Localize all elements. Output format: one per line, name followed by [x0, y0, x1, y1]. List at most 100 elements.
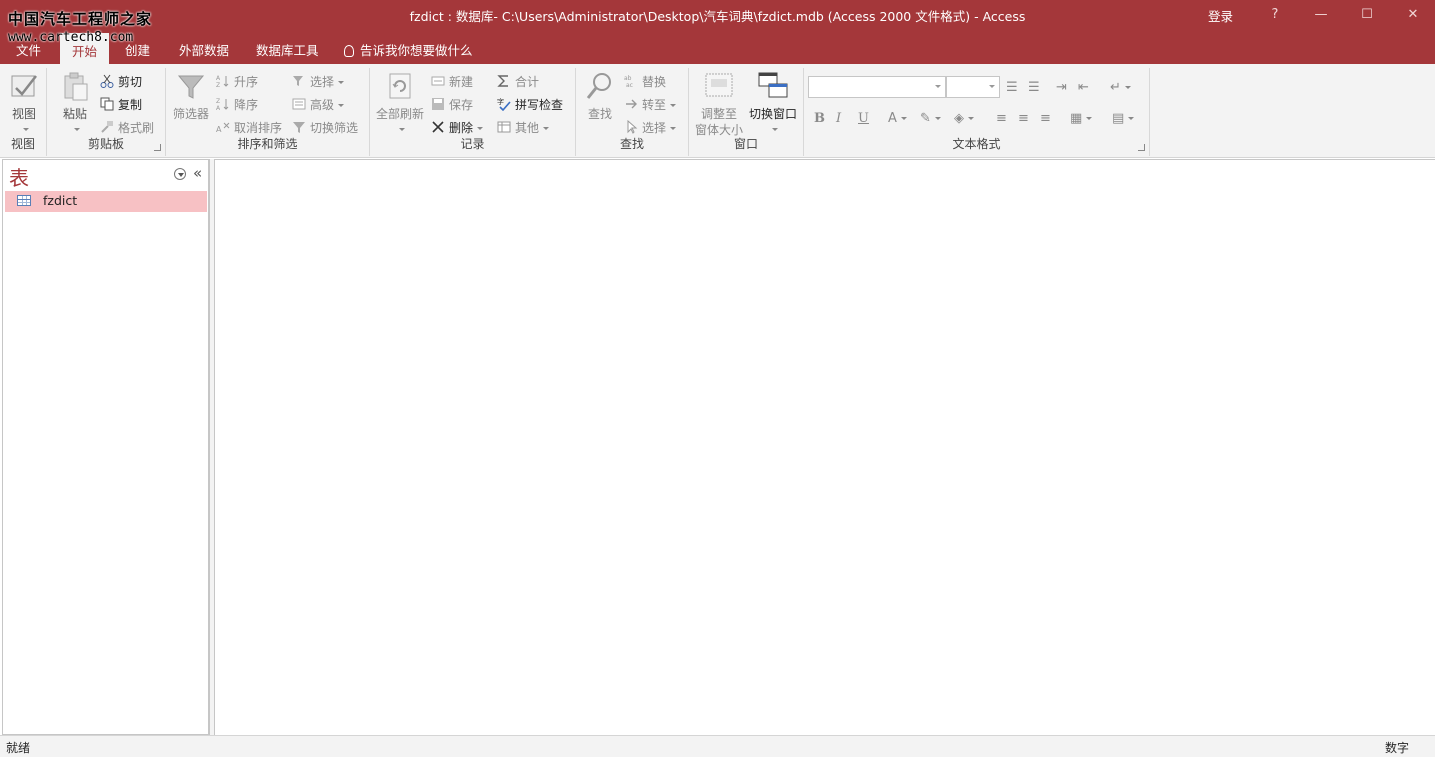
filter-button[interactable]: 筛选器: [172, 70, 210, 122]
delete-record-label: 删除: [449, 121, 474, 135]
nav-menu-dropdown-icon[interactable]: [174, 168, 186, 180]
nav-item-fzdict[interactable]: fzdict: [5, 191, 207, 212]
alt-row-color-icon[interactable]: ▦: [1070, 111, 1092, 126]
svg-text:ac: ac: [626, 82, 633, 88]
paste-button[interactable]: 粘贴: [57, 70, 93, 130]
close-button[interactable]: ✕: [1390, 0, 1435, 30]
new-record-button[interactable]: 新建: [431, 72, 473, 92]
help-button[interactable]: ?: [1252, 0, 1298, 30]
filter-label: 筛选器: [172, 107, 209, 121]
spelling-label: 拼写检查: [515, 98, 564, 112]
magnifier-icon: [584, 70, 616, 102]
decrease-indent-icon[interactable]: ⇤: [1078, 80, 1089, 95]
remove-sort-icon: A: [216, 120, 230, 134]
numbering-icon[interactable]: ☰: [1028, 80, 1040, 95]
save-icon: [431, 97, 445, 111]
replace-button[interactable]: ab ac 替换: [624, 72, 666, 92]
select-label: 选择: [642, 121, 667, 135]
find-button[interactable]: 查找: [584, 70, 616, 122]
replace-label: 替换: [642, 75, 667, 89]
gridlines-icon[interactable]: ▤: [1112, 111, 1134, 126]
save-record-button[interactable]: 保存: [431, 95, 473, 115]
advanced-button[interactable]: 高级: [292, 95, 344, 115]
new-record-icon: [431, 74, 445, 88]
svg-text:ab: ab: [624, 75, 632, 82]
view-label: 视图: [11, 107, 36, 121]
fill-color-icon[interactable]: ◈: [954, 111, 974, 126]
increase-indent-icon[interactable]: ⇥: [1056, 80, 1067, 95]
fit-to-form-button[interactable]: 调整至 窗体大小: [693, 70, 745, 138]
italic-button[interactable]: I: [836, 111, 841, 126]
totals-button[interactable]: 合计: [497, 72, 539, 92]
toggle-filter-label: 切换筛选: [310, 121, 359, 135]
nav-collapse-icon[interactable]: «: [193, 164, 202, 182]
paste-label: 粘贴: [62, 107, 87, 121]
refresh-icon: [384, 70, 416, 102]
minimize-button[interactable]: —: [1298, 0, 1344, 30]
group-window: 调整至 窗体大小 切换窗口 窗口: [689, 68, 804, 156]
align-center-icon[interactable]: ≡: [1018, 111, 1029, 126]
filter-icon: [175, 70, 207, 102]
tell-me-search[interactable]: 告诉我你想要做什么: [344, 40, 473, 59]
format-painter-label: 格式刷: [118, 121, 155, 135]
sign-in-link[interactable]: 登录: [1208, 6, 1233, 25]
align-left-icon[interactable]: ≡: [996, 111, 1007, 126]
filter-selection-icon: [292, 74, 306, 88]
new-record-label: 新建: [449, 75, 474, 89]
group-label-find: 查找: [619, 137, 644, 151]
spelling-button[interactable]: 字 拼写检查: [497, 95, 563, 115]
ribbon: 视图 视图 粘贴 剪切 复制 格式刷 剪贴板 筛选器 A Z 升序 Z A 降序 A 取消…: [0, 64, 1435, 217]
selection-button[interactable]: 选择: [292, 72, 344, 92]
group-sort-filter: 筛选器 A Z 升序 Z A 降序 A 取消排序 选择 高级 切换筛选 排序和筛选: [166, 68, 370, 156]
bullets-icon[interactable]: ☰: [1006, 80, 1018, 95]
chevron-down-icon[interactable]: [931, 77, 945, 97]
text-format-launcher-icon[interactable]: [1138, 144, 1145, 151]
bold-button[interactable]: B: [814, 111, 825, 126]
sort-ascending-button[interactable]: A Z 升序: [216, 72, 258, 92]
highlight-icon[interactable]: ✎: [920, 111, 941, 126]
fit-label-line1: 调整至: [700, 107, 737, 121]
table-icon: [17, 195, 31, 206]
svg-text:字: 字: [497, 97, 504, 106]
status-bar: 就绪 数字: [0, 735, 1435, 757]
num-lock-indicator: 数字: [1385, 741, 1410, 755]
nav-pane-header[interactable]: 表: [9, 162, 29, 191]
sort-descending-icon: ZA: [216, 97, 230, 112]
totals-label: 合计: [515, 75, 540, 89]
remove-sort-label: 取消排序: [234, 121, 283, 135]
sort-descending-label: 降序: [234, 98, 259, 112]
group-label-window: 窗口: [733, 137, 758, 151]
chevron-down-icon[interactable]: [985, 77, 999, 97]
group-label-records: 记录: [460, 137, 485, 151]
group-text-format: ☰ ☰ ⇥ ⇤ ↵ B I U A ✎ ◈ ≡ ≡ ≡ ▦ ▤ 文本格式: [804, 68, 1150, 156]
font-color-icon[interactable]: A: [888, 111, 907, 126]
align-right-icon[interactable]: ≡: [1040, 111, 1051, 126]
tab-external-data[interactable]: 外部数据: [179, 40, 229, 59]
copy-button[interactable]: 复制: [100, 95, 142, 115]
goto-button[interactable]: 转至: [624, 95, 676, 115]
clipboard-launcher-icon[interactable]: [154, 144, 161, 151]
more-table-icon: [497, 120, 511, 134]
svg-text:A: A: [216, 75, 221, 82]
copy-icon: [100, 97, 114, 111]
maximize-button[interactable]: ☐: [1344, 0, 1390, 30]
refresh-all-label: 全部刷新: [375, 107, 424, 121]
view-button[interactable]: 视图: [6, 70, 42, 130]
watermark-logo: 中国汽车工程师之家: [8, 10, 153, 28]
svg-text:A: A: [216, 125, 222, 134]
underline-button[interactable]: U: [858, 111, 869, 126]
group-view: 视图 视图: [0, 68, 47, 156]
switch-windows-button[interactable]: 切换窗口: [747, 70, 799, 130]
sort-descending-button[interactable]: Z A 降序: [216, 95, 258, 115]
tab-database-tools[interactable]: 数据库工具: [256, 40, 319, 59]
paragraph-direction-icon[interactable]: ↵: [1110, 80, 1131, 95]
cut-label: 剪切: [118, 75, 143, 89]
ribbon-tab-bar: 文件 开始 创建 外部数据 数据库工具 告诉我你想要做什么: [0, 30, 1435, 64]
font-size-combo[interactable]: [946, 76, 1000, 98]
copy-label: 复制: [118, 98, 143, 112]
group-label-clipboard: 剪贴板: [87, 137, 124, 151]
toggle-filter-icon: [292, 120, 306, 134]
cut-button[interactable]: 剪切: [100, 72, 142, 92]
refresh-all-button[interactable]: 全部刷新: [374, 70, 426, 130]
font-family-combo[interactable]: [808, 76, 946, 98]
